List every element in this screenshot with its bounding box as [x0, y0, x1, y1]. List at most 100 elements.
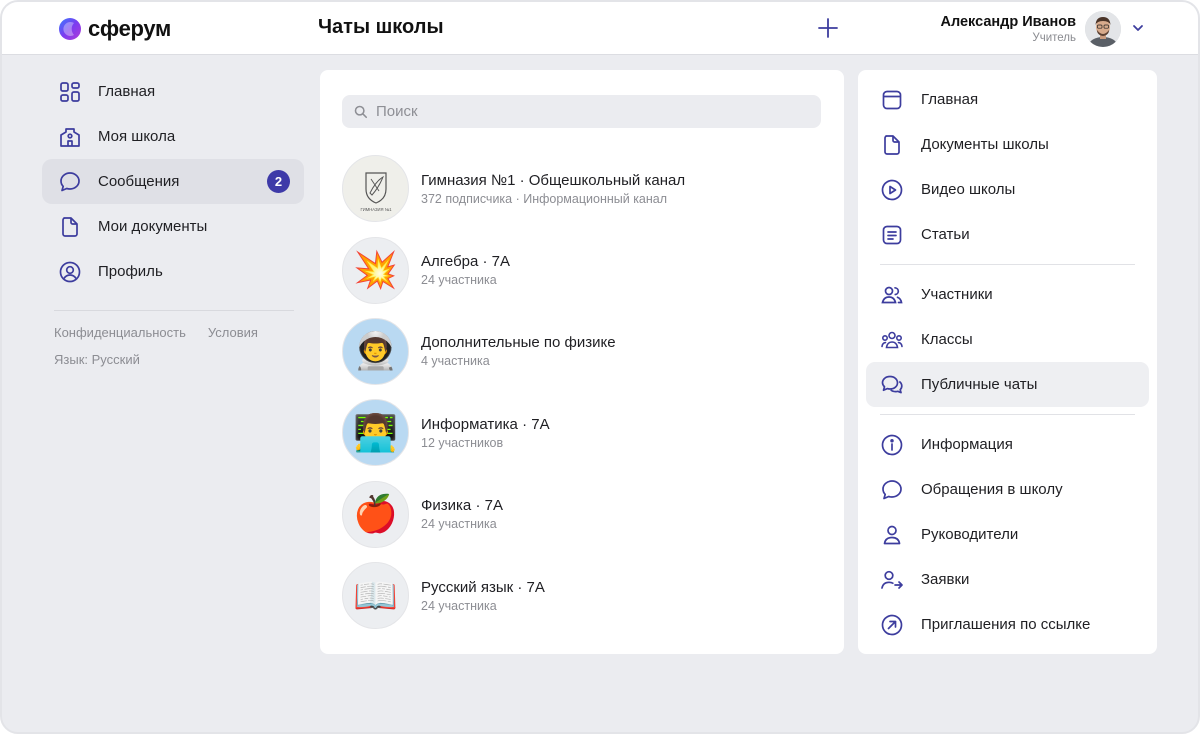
menu-item-school-documents[interactable]: Документы школы	[866, 122, 1149, 167]
document-icon	[62, 216, 78, 237]
user-arrow-icon	[881, 570, 903, 589]
chat-avatar: 👨‍💻	[342, 399, 409, 467]
list-item[interactable]: ГИМНАЗИЯ №1 Гимназия №1 · Общешкольный к…	[342, 148, 822, 229]
menu-item-applications[interactable]: Заявки	[866, 557, 1149, 602]
sidebar: Главная Моя школа Сообщения 2 Мои докуме…	[42, 69, 304, 379]
group-icon	[881, 331, 903, 348]
chat-avatar: ГИМНАЗИЯ №1	[342, 155, 409, 223]
user-name: Александр Иванов	[940, 14, 1076, 30]
divider	[54, 310, 294, 311]
search-bar[interactable]	[342, 95, 821, 128]
privacy-link[interactable]: Конфиденциальность	[54, 325, 186, 340]
menu-item-school-video[interactable]: Видео школы	[866, 167, 1149, 212]
plus-icon[interactable]	[816, 16, 840, 40]
chat-name: Алгебра · 7А	[421, 253, 511, 271]
menu-item-information[interactable]: Информация	[866, 422, 1149, 467]
menu-item-public-chats[interactable]: Публичные чаты	[866, 362, 1149, 407]
top-bar: сферум Чаты школы Александр Иванов Учите…	[2, 2, 1198, 55]
programmer-icon: 👨‍💻	[353, 411, 398, 453]
chat-avatar: 🍎	[342, 480, 409, 548]
sidebar-item-label: Сообщения	[98, 173, 180, 190]
menu-item-managers[interactable]: Руководители	[866, 512, 1149, 557]
logo[interactable]: сферум	[58, 16, 171, 42]
list-item[interactable]: 👨‍💻 Информатика · 7А 12 участников	[342, 392, 822, 473]
open-book-icon: 📖	[353, 574, 398, 616]
menu-item-label: Информация	[921, 436, 1013, 453]
menu-item-label: Обращения в школу	[921, 481, 1063, 498]
chat-list-panel: ГИМНАЗИЯ №1 Гимназия №1 · Общешкольный к…	[320, 70, 844, 654]
chat-subtitle: 24 участника	[421, 517, 497, 532]
sidebar-item-label: Главная	[98, 83, 156, 100]
sidebar-item-profile[interactable]: Профиль	[42, 249, 304, 294]
logo-icon	[59, 18, 81, 40]
language-link[interactable]: Язык: Русский	[54, 352, 140, 367]
user-role: Учитель	[1032, 32, 1076, 44]
divider	[880, 264, 1135, 265]
profile-icon	[59, 261, 81, 282]
terms-link[interactable]: Условия	[208, 325, 258, 340]
divider	[880, 414, 1135, 415]
chat-list: ГИМНАЗИЯ №1 Гимназия №1 · Общешкольный к…	[342, 148, 822, 636]
menu-item-label: Главная	[921, 91, 979, 108]
menu-item-label: Приглашения по ссылке	[921, 616, 1091, 633]
sidebar-item-label: Моя школа	[98, 128, 176, 145]
school-emblem-icon: ГИМНАЗИЯ №1	[360, 172, 392, 212]
chat-subtitle: 4 участника	[421, 354, 490, 369]
menu-item-label: Классы	[921, 331, 973, 348]
message-icon	[60, 171, 80, 191]
avatar[interactable]	[1085, 11, 1121, 47]
search-input[interactable]	[376, 103, 796, 120]
unread-badge: 2	[267, 170, 290, 193]
apple-icon: 🍎	[353, 493, 398, 535]
users-icon	[881, 286, 903, 303]
grid-icon	[60, 81, 80, 102]
menu-item-home[interactable]: Главная	[866, 77, 1149, 122]
school-menu-panel: Главная Документы школы Видео школы Стат…	[858, 70, 1157, 654]
chat-avatar: 👨‍🚀	[342, 317, 409, 385]
chat-name: Физика · 7А	[421, 497, 503, 515]
article-icon	[882, 225, 902, 244]
menu-item-classes[interactable]: Классы	[866, 317, 1149, 362]
chat-name: Гимназия №1 · Общешкольный канал	[421, 171, 686, 189]
search-icon	[354, 105, 368, 118]
message-icon	[882, 479, 902, 499]
menu-item-label: Видео школы	[921, 181, 1016, 198]
sidebar-item-home[interactable]: Главная	[42, 69, 304, 114]
sidebar-item-messages[interactable]: Сообщения 2	[42, 159, 304, 204]
link-arrow-icon	[881, 614, 903, 635]
user-info[interactable]: Александр Иванов Учитель	[940, 14, 1076, 45]
person-icon	[883, 525, 901, 544]
emblem-text: ГИМНАЗИЯ №1	[360, 207, 392, 212]
chat-name: Русский язык · 7А	[421, 578, 545, 596]
info-icon	[881, 434, 903, 455]
sidebar-item-my-documents[interactable]: Мои документы	[42, 204, 304, 249]
avatar-photo-icon	[1085, 11, 1121, 47]
astronaut-icon: 👨‍🚀	[353, 330, 398, 372]
menu-item-label: Заявки	[921, 571, 970, 588]
chevron-down-icon[interactable]	[1130, 20, 1146, 36]
sidebar-item-my-school[interactable]: Моя школа	[42, 114, 304, 159]
sidebar-item-label: Профиль	[98, 263, 163, 280]
menu-item-label: Публичные чаты	[921, 376, 1038, 393]
chat-subtitle: 24 участника	[421, 598, 497, 613]
menu-item-school-requests[interactable]: Обращения в школу	[866, 467, 1149, 512]
list-item[interactable]: 🍎 Физика · 7А 24 участника	[342, 474, 822, 555]
chat-subtitle: 12 участников	[421, 435, 504, 450]
list-item[interactable]: 📖 Русский язык · 7А 24 участника	[342, 555, 822, 636]
chats-icon	[881, 375, 903, 393]
menu-item-articles[interactable]: Статьи	[866, 212, 1149, 257]
list-item[interactable]: 👨‍🚀 Дополнительные по физике 4 участника	[342, 311, 822, 392]
chat-subtitle: 372 подписчика · Информационный канал	[421, 191, 668, 206]
menu-item-label: Участники	[921, 286, 993, 303]
logo-text: сферум	[88, 16, 171, 41]
menu-item-link-invitations[interactable]: Приглашения по ссылке	[866, 602, 1149, 647]
menu-item-label: Статьи	[921, 226, 970, 243]
school-icon	[60, 127, 80, 147]
explosion-icon: 💥	[353, 249, 398, 291]
app-window: сферум Чаты школы Александр Иванов Учите…	[0, 0, 1200, 734]
chat-name: Дополнительные по физике	[421, 334, 616, 352]
home-panel-icon	[882, 90, 902, 109]
list-item[interactable]: 💥 Алгебра · 7А 24 участника	[342, 229, 822, 310]
menu-item-members[interactable]: Участники	[866, 272, 1149, 317]
play-icon	[881, 179, 903, 200]
